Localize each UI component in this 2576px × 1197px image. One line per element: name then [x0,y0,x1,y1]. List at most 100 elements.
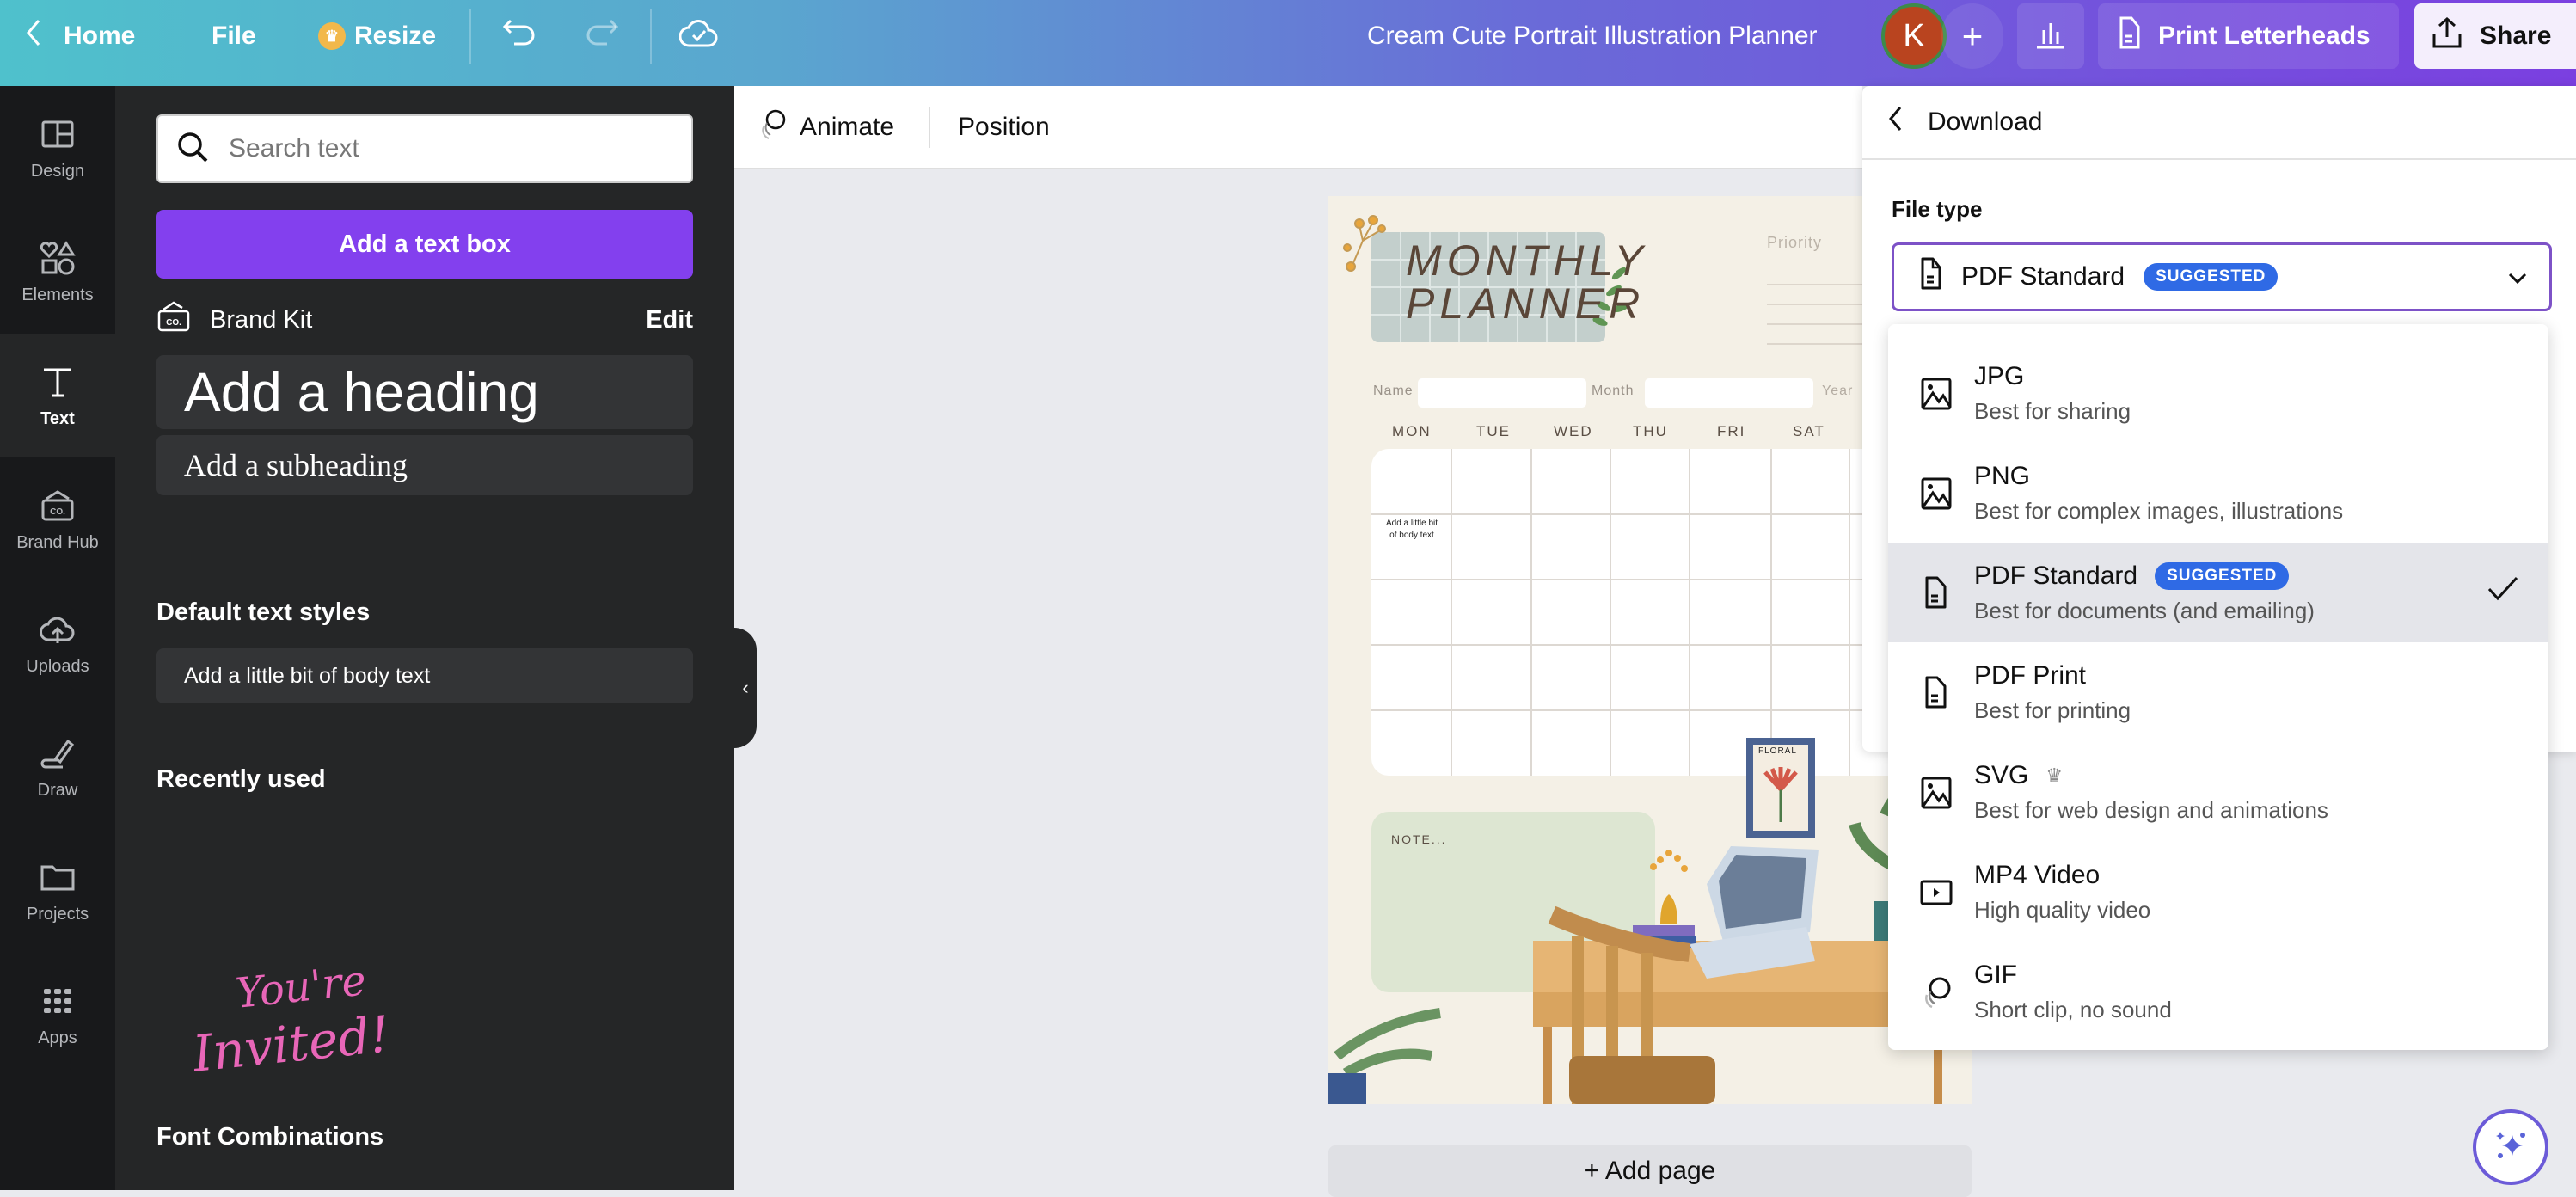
search-text-field[interactable] [156,114,693,183]
file-menu-button[interactable]: File [212,0,256,72]
divider [929,107,930,148]
file-type-option-pdf-print[interactable]: PDF Print Best for printing [1888,642,2548,742]
add-body-text-button[interactable]: Add a little bit of body text [156,648,693,703]
chevron-left-icon [26,19,41,53]
resize-button[interactable]: ♛ Resize [318,0,436,72]
file-type-option-png[interactable]: PNG Best for complex images, illustration… [1888,443,2548,543]
calendar-cell-text[interactable]: Add a little bit of body text [1375,518,1449,542]
save-status-button[interactable] [678,0,719,72]
folder-icon [40,865,75,890]
file-type-option-svg[interactable]: SVG ♛ Best for web design and animations [1888,742,2548,842]
weekday-label[interactable]: SAT [1793,423,1825,440]
animate-button[interactable]: Animate [758,86,894,169]
file-type-option-mp4[interactable]: MP4 Video High quality video [1888,842,2548,942]
image-icon [1921,378,1952,410]
divider [650,9,652,64]
design-title[interactable]: Cream Cute Portrait Illustration Planner [1367,0,1818,72]
image-icon [1921,777,1952,809]
print-letterheads-button[interactable]: Print Letterheads [2098,3,2399,69]
print-label: Print Letterheads [2158,21,2371,50]
month-label[interactable]: Month [1592,384,1634,399]
option-name: PDF Print [1974,660,2087,690]
year-label[interactable]: Year [1822,384,1853,399]
context-toolbar: Animate Position [734,86,1862,169]
weekday-label[interactable]: MON [1392,423,1432,440]
weekday-label[interactable]: FRI [1717,423,1745,440]
gif-icon [1925,977,1951,1009]
option-name: JPG [1974,361,2025,390]
add-text-box-button[interactable]: Add a text box [156,210,693,279]
checkmark-icon [2487,575,2519,605]
weekday-label[interactable]: TUE [1476,423,1511,440]
note-label[interactable]: NOTE... [1391,832,1447,846]
brand-kit-icon: CO. [156,299,191,341]
sidebar-rail: Design Elements Text CO. Brand Hub Uploa… [0,86,115,1190]
magic-assistant-button[interactable] [2473,1109,2548,1185]
priority-label[interactable]: Priority [1767,234,1822,252]
file-type-dropdown: JPG Best for sharing PNG Best for complex … [1888,324,2548,1050]
sidebar-item-brand-hub[interactable]: CO. Brand Hub [0,457,115,581]
redo-icon [583,17,619,55]
option-name: PNG [1974,461,2031,490]
search-text-input[interactable] [229,134,659,163]
name-label[interactable]: Name [1373,384,1414,399]
back-chevron-icon[interactable] [1888,106,1902,138]
sidebar-item-projects[interactable]: Projects [0,829,115,953]
option-description: Best for complex images, illustrations [1974,497,2344,524]
apps-grid-icon [44,988,71,1013]
share-button[interactable]: Share [2414,3,2576,69]
planner-title-line: PLANNER [1406,279,1646,328]
sidebar-label: Design [30,161,85,181]
redo-button[interactable] [583,0,619,72]
animate-icon [758,107,789,147]
option-description: Best for sharing [1974,397,2131,424]
option-description: Best for documents (and emailing) [1974,597,2315,623]
sidebar-item-design[interactable]: Design [0,86,115,210]
sidebar-label: Elements [21,285,94,304]
add-heading-button[interactable]: Add a heading [156,355,693,429]
share-label: Share [2480,21,2552,50]
file-type-select[interactable]: PDF Standard SUGGESTED [1892,242,2552,311]
add-page-button[interactable]: + Add page [1328,1145,1972,1197]
position-button[interactable]: Position [958,86,1050,169]
font-combinations-heading: Font Combinations [156,1123,384,1151]
sparkle-icon [2492,1126,2530,1169]
video-icon [1920,880,1953,905]
undo-button[interactable] [502,0,538,72]
cell-text-line: Add a little bit [1385,519,1438,528]
insights-button[interactable] [2017,3,2084,69]
brand-kit-label: Brand Kit [210,305,313,334]
user-avatar[interactable]: K [1881,3,1947,69]
selected-file-type: PDF Standard [1961,262,2125,291]
sidebar-label: Draw [37,780,78,800]
collapse-panel-button[interactable]: ‹ [734,628,757,748]
download-title: Download [1928,107,2043,136]
file-type-option-gif[interactable]: GIF Short clip, no sound [1888,942,2548,1041]
weekday-label[interactable]: THU [1633,423,1668,440]
sidebar-item-elements[interactable]: Elements [0,210,115,334]
option-description: High quality video [1974,896,2151,923]
weekday-label[interactable]: WED [1554,423,1593,440]
planner-title[interactable]: MONTHLY PLANNER [1406,239,1648,325]
file-type-option-pdf-standard[interactable]: PDF Standard SUGGESTED Best for documents … [1888,543,2548,642]
document-icon [1920,256,1942,298]
sidebar-item-draw[interactable]: Draw [0,705,115,829]
search-icon [175,130,210,169]
recent-text-line: Invited! [190,1004,393,1083]
undo-icon [502,17,538,55]
layout-icon [41,120,74,147]
resize-label: Resize [354,21,437,50]
home-button[interactable]: Home [26,0,135,72]
file-label: File [212,21,256,50]
brand-kit-edit-link[interactable]: Edit [646,306,693,335]
sidebar-item-text[interactable]: Text [0,334,115,457]
image-icon [1921,477,1952,510]
sidebar-label: Text [40,408,75,428]
sidebar-item-uploads[interactable]: Uploads [0,581,115,705]
option-name: PDF Standard [1974,561,2138,590]
invite-button[interactable]: + [1941,3,2003,69]
sidebar-item-apps[interactable]: Apps [0,953,115,1077]
add-subheading-button[interactable]: Add a subheading [156,435,693,495]
recent-text-youre-invited[interactable]: You're Invited! [175,946,393,1092]
file-type-option-jpg[interactable]: JPG Best for sharing [1888,343,2548,443]
